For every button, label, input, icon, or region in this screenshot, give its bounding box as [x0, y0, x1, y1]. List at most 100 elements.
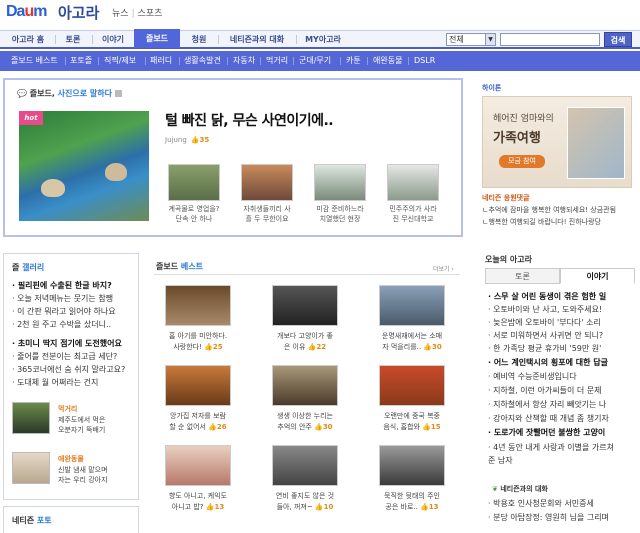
today-line[interactable]: · 서로 미워하면서 사귀면 안 되니?: [488, 329, 636, 342]
best-image[interactable]: [379, 285, 445, 326]
search-input[interactable]: [500, 33, 600, 46]
ad-comment[interactable]: ㄴ추억에 잠마을 행복한 여행되세요! 상금관됨: [482, 204, 637, 216]
netizen-photo-heading[interactable]: 네티즌 포토: [12, 515, 52, 526]
daum-logo[interactable]: Daum: [6, 3, 47, 21]
featured-main-image[interactable]: [19, 111, 149, 221]
best-caption[interactable]: 생생 이상한 누리는 추억의 안주 👍30: [265, 411, 345, 433]
subnav-best[interactable]: 즐보드 베스트: [11, 51, 58, 71]
today-line[interactable]: 준 남자: [488, 454, 636, 467]
featured-thumb[interactable]: [314, 164, 366, 201]
today-line[interactable]: · 지하철에서 항상 자리 빼앗기는 나: [488, 398, 636, 411]
subnav-report[interactable]: 직찍/제보: [104, 51, 136, 71]
featured-heading-highlight[interactable]: 사진으로 말하다: [58, 89, 112, 98]
sports-link[interactable]: 스포츠: [138, 9, 163, 19]
search-button[interactable]: 검색: [604, 32, 632, 47]
today-line[interactable]: · 한 가족당 평균 휴가비 '59만 원': [488, 342, 636, 355]
today-line[interactable]: · 늦은밤에 오토바이 '부다다' 소리: [488, 316, 636, 329]
best-caption[interactable]: 연비 좋지도 않은 것 들아, 꺼져~ 👍10: [265, 491, 345, 513]
gallery-item-desc[interactable]: 신발 냄새 맡으며 자는 우리 강아지: [58, 465, 138, 485]
today-line[interactable]: · 오토바이와 난 사고, 도와주세요!: [488, 303, 636, 316]
featured-thumb-caption[interactable]: 민주주의가 사라 진 무신대학교: [382, 204, 444, 224]
today-line[interactable]: · 스무 살 어린 동생이 겪은 험한 일: [488, 290, 636, 303]
today-line[interactable]: · 도로가에 잣빨머던 불쌍한 고양이: [488, 426, 636, 439]
today-line[interactable]: · 4년 동안 내게 사랑과 이별을 가르쳐: [488, 441, 636, 454]
tab-netizen-talk[interactable]: 네티즌과의 대화: [222, 31, 292, 48]
today-line[interactable]: · 강아지와 산책할 때 개념 좀 챙기자: [488, 412, 636, 425]
today-line[interactable]: · 지하철, 이런 아가씨들이 더 문제: [488, 384, 636, 397]
subnav-photo[interactable]: 포토즐: [70, 51, 92, 71]
tab-petition[interactable]: 청원: [184, 31, 214, 48]
gallery-item-title[interactable]: 먹거리: [58, 404, 77, 414]
subnav-dslr[interactable]: DSLR: [414, 51, 435, 71]
best-image[interactable]: [379, 445, 445, 486]
best-image[interactable]: [379, 365, 445, 406]
ad-comment[interactable]: ㄴ행복한 여행되길 바랍니다! 진하나랑당: [482, 216, 637, 228]
best-caption[interactable]: 향도 아니고, 케익도 아니고 밥? 👍13: [158, 491, 238, 513]
netizen-photo-box: 네티즌 포토: [3, 506, 139, 533]
subnav-car[interactable]: 자동차: [233, 51, 255, 71]
nav-divider: [218, 35, 219, 44]
tab-debate[interactable]: 토론: [58, 31, 88, 48]
search-scope-select[interactable]: 전체 ▼: [446, 33, 496, 46]
talk-line[interactable]: · 박용호 인사청문회와 서민증세: [488, 497, 636, 510]
today-line[interactable]: · 어느 계인택시의 횡포에 대한 답글: [488, 356, 636, 369]
news-link[interactable]: 뉴스: [112, 9, 129, 19]
best-image[interactable]: [165, 365, 231, 406]
subnav-parody[interactable]: 패러디: [150, 51, 172, 71]
subnav-food[interactable]: 먹거리: [266, 51, 288, 71]
featured-thumb-caption[interactable]: 미감 준비하느라 치열했던 현장: [309, 204, 371, 224]
best-caption[interactable]: 묵직한 뒷태의 주인 공은 바로.. 👍13: [372, 491, 452, 513]
featured-thumb[interactable]: [168, 164, 220, 201]
gallery-thumb[interactable]: [12, 402, 50, 434]
tab-story[interactable]: 이야기: [96, 31, 130, 48]
gallery-line[interactable]: · 필리핀에 수출된 한글 바지?: [12, 280, 138, 292]
best-caption[interactable]: 앙가집 저자를 보람 할 순 없어서 👍26: [158, 411, 238, 433]
best-image[interactable]: [272, 285, 338, 326]
tab-my-agora[interactable]: MY아고라: [300, 31, 346, 48]
gallery-line[interactable]: · 줄어를 전분이는 최고급 세단?: [12, 351, 138, 363]
nav-divider: [92, 35, 93, 44]
subnav-military[interactable]: 군대/무기: [299, 51, 331, 71]
featured-thumb-caption[interactable]: 계곡물로 영업을? 단속 안 하나: [163, 204, 225, 224]
subnav-pets[interactable]: 애완동물: [373, 51, 402, 71]
today-line[interactable]: · 예비역 수능준비생입니다: [488, 370, 636, 383]
today-tabs: 토론 이야기: [485, 268, 635, 284]
tab-today-story[interactable]: 이야기: [560, 268, 635, 284]
rss-icon[interactable]: [114, 90, 122, 97]
tab-today-debate[interactable]: 토론: [485, 268, 560, 284]
best-image[interactable]: [272, 365, 338, 406]
best-caption[interactable]: 홈 아기를 미안하다. 사랑한다! 👍25: [158, 331, 238, 353]
gallery-line[interactable]: · 도대체 월 어쩌라는 건지: [12, 377, 138, 389]
subnav-sep: [340, 57, 341, 65]
best-image[interactable]: [165, 445, 231, 486]
best-image[interactable]: [165, 285, 231, 326]
best-caption[interactable]: 운명새재에서는 소매 자 먹을리를.. 👍30: [372, 331, 452, 353]
featured-thumb[interactable]: [387, 164, 439, 201]
gallery-line[interactable]: · 오늘 저녁메뉴는 뭇기는 참쨍: [12, 293, 138, 305]
featured-thumb-caption[interactable]: 자취생들끼리 사흘 두 무한이요: [236, 204, 298, 224]
featured-thumb[interactable]: [241, 164, 293, 201]
tab-jeulboard[interactable]: 즐보드: [134, 29, 180, 48]
subnav-cartoon[interactable]: 카툰: [346, 51, 361, 71]
ad-photo: [567, 107, 625, 179]
subnav-discovery[interactable]: 생활속발견: [184, 51, 221, 71]
gallery-thumb[interactable]: [12, 452, 50, 484]
more-link[interactable]: 더보기 ›: [433, 264, 454, 273]
tab-agora-home[interactable]: 아고라 홈: [4, 31, 52, 48]
gallery-line[interactable]: · 이 간판 뭐라고 읽어야 하나요: [12, 306, 138, 318]
featured-title[interactable]: 털 빠진 닭, 무슨 사연이기에..: [165, 110, 334, 130]
gallery-item-title[interactable]: 애완동물: [58, 454, 84, 464]
best-image[interactable]: [272, 445, 338, 486]
gallery-line[interactable]: · 365코너에선 숨 쉬지 말라고요?: [12, 364, 138, 376]
subnav-sep: [260, 57, 261, 65]
best-caption[interactable]: 오랜만에 중국 복중 음식, 홈합와 👍15: [372, 411, 452, 433]
best-caption[interactable]: 개보다 고양이가 좋은 이유 👍22: [265, 331, 345, 353]
gallery-line[interactable]: · 초미니 딱지 점기에 도전했어요: [12, 338, 138, 350]
gallery-item-desc[interactable]: 제주도에서 먹은 오분자기 뚝배기: [58, 415, 138, 435]
talk-line[interactable]: · 분당 아탑장정: 영원히 님을 그리며: [488, 511, 636, 524]
featured-author[interactable]: Jujung: [165, 136, 187, 144]
ad-banner[interactable]: 헤어진 엄마와의 가족여행 모금 참여: [482, 96, 632, 188]
agora-title[interactable]: 아고라: [58, 2, 99, 23]
gallery-line[interactable]: · 2천 원 주고 수박을 샀더니..: [12, 319, 138, 331]
donate-button[interactable]: 모금 참여: [499, 155, 545, 168]
